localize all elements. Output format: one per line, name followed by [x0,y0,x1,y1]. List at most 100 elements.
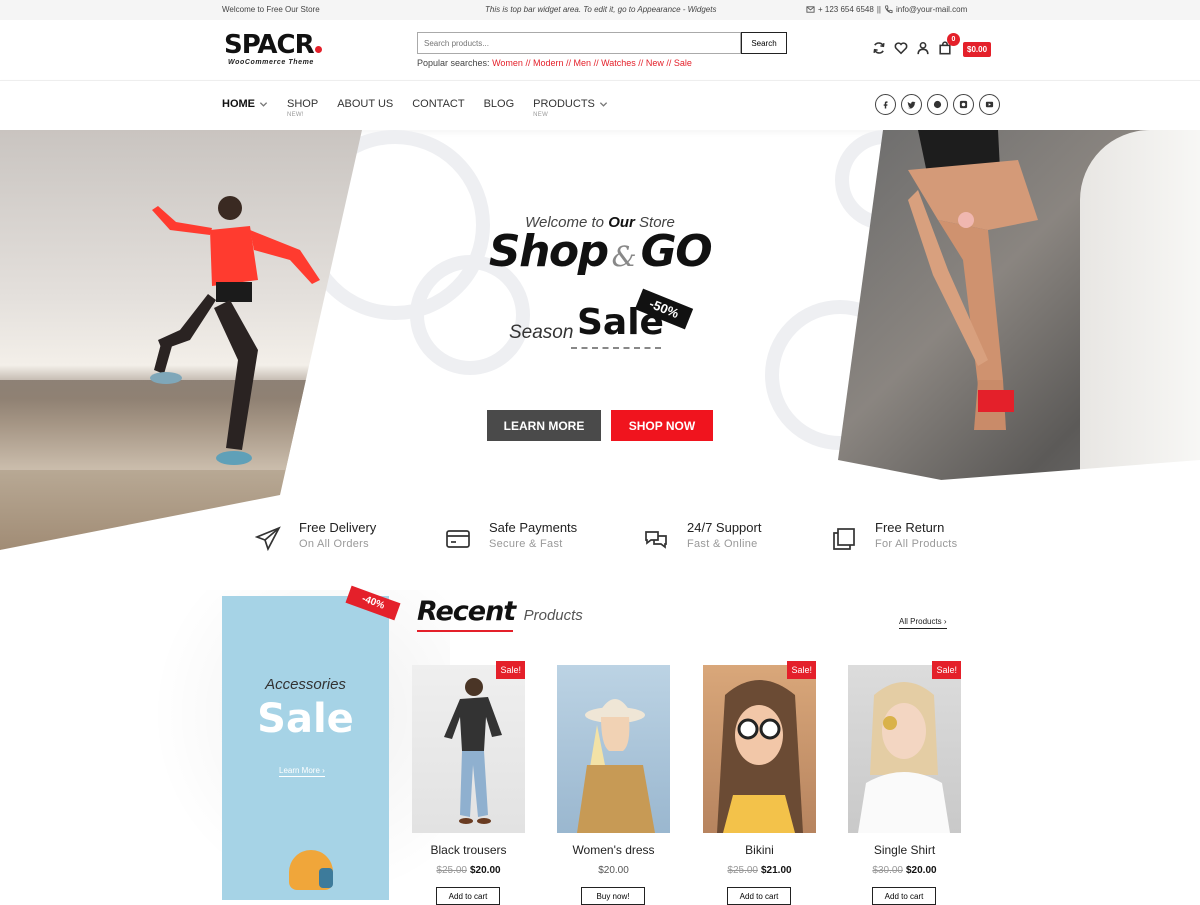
feature-subtitle: Secure & Fast [489,538,563,550]
hero-content: Welcome to Our Store Shop &GO Season Sale… [0,130,1200,550]
nav-item-about-us[interactable]: ABOUT US [337,98,393,110]
nav-item-products[interactable]: PRODUCTS NEW [533,98,608,118]
facebook-icon[interactable] [875,94,896,115]
twitter-icon[interactable] [901,94,922,115]
hero-banner: Welcome to Our Store Shop &GO Season Sale… [0,130,1200,550]
nav-item-contact[interactable]: CONTACT [412,98,464,110]
paper-plane-icon [255,526,281,552]
product-card[interactable]: Sale! Bikini $25.00 $21.00 Add to cart [703,661,816,905]
product-card[interactable]: Sale! Black trousers $25.00 $20.00 Add to… [412,661,525,905]
nav-item-blog[interactable]: BLOG [484,98,515,110]
product-price: $25.00 $21.00 [693,865,826,876]
sale-badge: Sale! [787,661,816,679]
compare-icon[interactable] [872,41,886,60]
top-bar: Welcome to Free Our Store This is top ba… [0,0,1200,20]
hero-headline-amp: & [611,240,637,273]
nav-label: BLOG [483,98,515,110]
popular-label: Popular searches: [417,58,490,68]
topbar-phone: + 123 654 6548 [818,5,874,14]
product-price: $25.00 $20.00 [402,865,535,876]
popular-term-new[interactable]: New [646,58,664,68]
search-button[interactable]: Search [741,32,787,54]
add-to-cart-button[interactable]: Add to cart [727,887,791,905]
copy-icon [833,528,855,550]
product-name[interactable]: Single Shirt [838,843,971,857]
promo-title: Sale [257,696,354,742]
search-input[interactable] [417,32,741,54]
current-price: $21.00 [761,865,792,876]
product-card[interactable]: Women's dress $20.00 Buy now! [557,665,670,905]
add-to-cart-button[interactable]: Add to cart [872,887,936,905]
all-products-label: All Products [899,617,942,626]
current-price: $20.00 [598,865,629,876]
logo-subtitle: WooCommerce Theme [228,59,314,66]
shop-now-button[interactable]: SHOP NOW [611,410,713,441]
cart-total-badge[interactable]: $0.00 [963,42,992,57]
product-name[interactable]: Bikini [693,843,826,857]
product-image[interactable] [557,665,670,833]
product-name[interactable]: Women's dress [547,843,680,857]
logo-dot [314,46,322,53]
instagram-icon[interactable] [953,94,974,115]
wishlist-heart-icon[interactable] [894,41,908,60]
sale-badge: Sale! [496,661,525,679]
feature-subtitle: On All Orders [299,538,369,550]
nav-label: CONTACT [412,98,465,110]
feature-title: Free Delivery [299,520,377,535]
topbar-email[interactable]: info@your-mail.com [896,5,967,14]
promo-kicker: Accessories [265,676,346,693]
product-image[interactable] [703,665,816,833]
feature-safe-payments: Safe Payments Secure & Fast [445,520,577,552]
nav-label: PRODUCTS [533,98,595,110]
divider [571,347,661,349]
mail-icon [806,6,815,13]
site-logo[interactable]: SPACR WooCommerce Theme [224,32,334,66]
all-products-link[interactable]: All Products › [899,617,947,629]
product-card[interactable]: Sale! Single Shirt $30.00 $20.00 Add to c… [848,661,961,905]
feature-free-delivery: Free Delivery On All Orders [255,520,376,552]
header-icons: 0 [872,33,960,60]
cart-bag-icon[interactable]: 0 [938,33,960,60]
features-strip: Free Delivery On All Orders Safe Payments… [0,515,1200,560]
buy-now-button[interactable]: Buy now! [581,887,645,905]
youtube-icon[interactable] [979,94,1000,115]
promo-link-label: Learn More [279,766,320,775]
account-user-icon[interactable] [916,41,930,60]
popular-term-watches[interactable]: Watches [601,58,636,68]
chat-icon [645,531,667,549]
main-navigation: HOME SHOP NEW! ABOUT US CONTACT BLOG PROD… [0,80,1200,130]
feature-title: Free Return [875,520,945,535]
product-name[interactable]: Black trousers [402,843,535,857]
old-price: $25.00 [727,865,758,876]
pinterest-icon[interactable] [927,94,948,115]
hero-headline-a: Shop [488,226,609,277]
add-to-cart-button[interactable]: Add to cart [436,887,500,905]
popular-separator: // [566,58,572,68]
popular-term-sale[interactable]: Sale [674,58,692,68]
popular-term-women[interactable]: Women [492,58,523,68]
topbar-contact: + 123 654 6548 || info@your-mail.com [806,5,967,14]
learn-more-button[interactable]: LEARN MORE [487,410,601,441]
chevron-down-icon [259,101,268,107]
popular-term-men[interactable]: Men [574,58,592,68]
recent-title: Recent [417,596,516,627]
section-title: Recent Products [417,596,583,627]
nav-item-home[interactable]: HOME [222,98,268,110]
nav-item-shop[interactable]: SHOP NEW! [287,98,319,118]
nav-label: SHOP [287,98,319,110]
promo-learn-more-link[interactable]: Learn More › [279,766,325,777]
old-price: $25.00 [436,865,467,876]
product-image[interactable] [412,665,525,833]
cart-count-badge: 0 [947,33,960,46]
feature-free-return: Free Return For All Products [831,520,957,552]
chevron-down-icon [599,101,608,107]
popular-term-modern[interactable]: Modern [533,58,564,68]
hero-headline-b: GO [640,226,713,277]
product-image[interactable] [848,665,961,833]
old-price: $30.00 [872,865,903,876]
topbar-widget-note: This is top bar widget area. To edit it,… [485,5,717,14]
current-price: $20.00 [906,865,937,876]
title-underline [417,630,513,632]
nav-new-tag: NEW! [287,112,304,118]
nav-label: HOME [222,98,255,110]
